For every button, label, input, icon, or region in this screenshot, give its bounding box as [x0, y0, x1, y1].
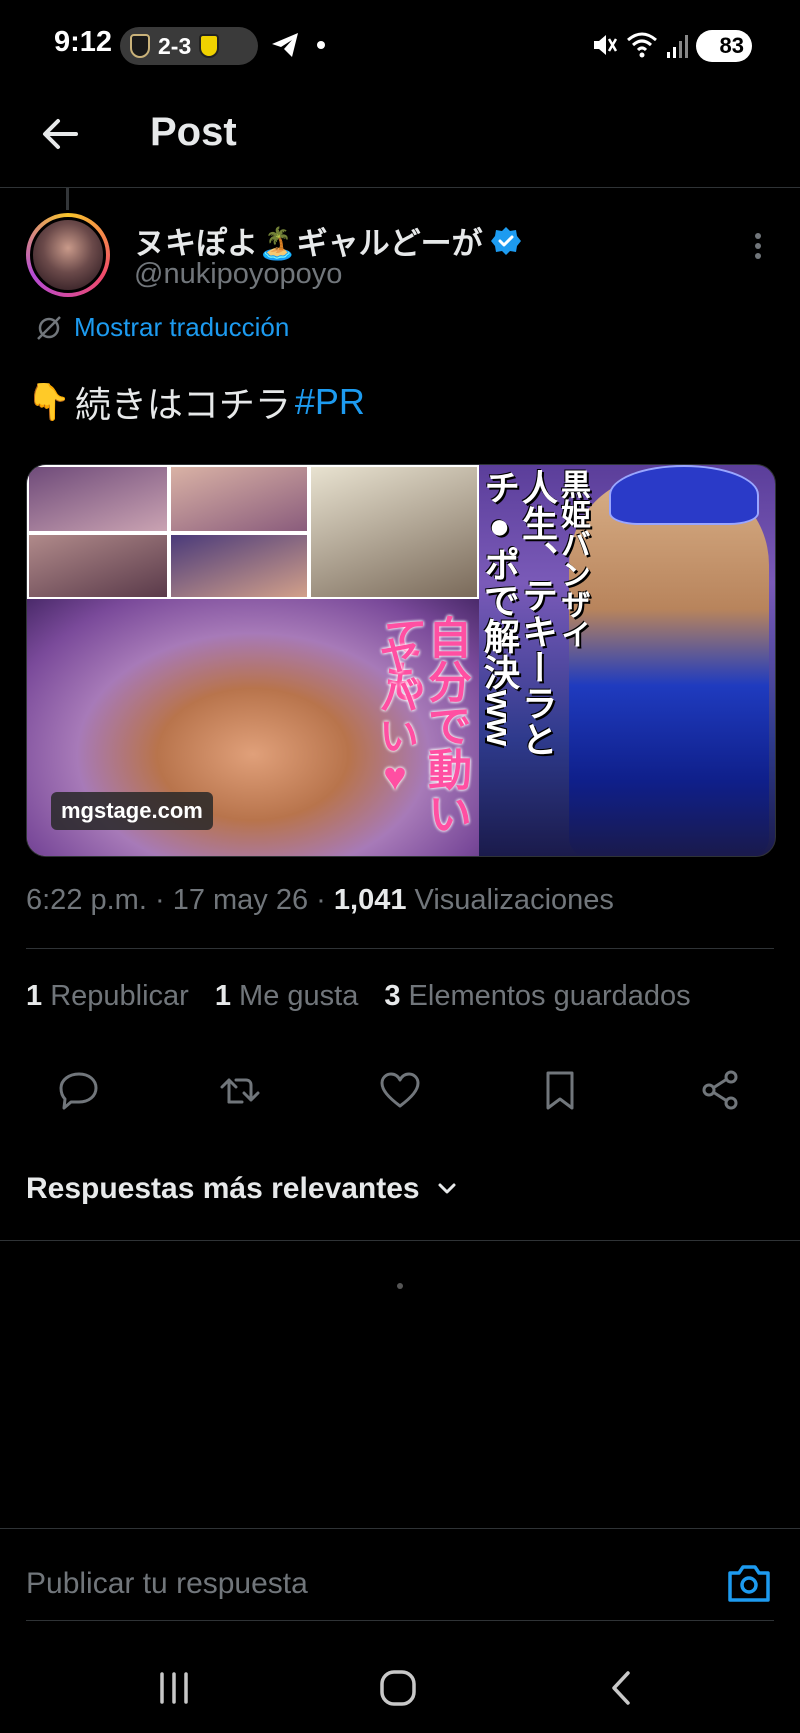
reply-input[interactable] [26, 1560, 706, 1608]
like-button[interactable] [376, 1066, 424, 1114]
author-handle[interactable]: @nukipoyopoyo [134, 258, 342, 291]
cover-cap [609, 465, 759, 525]
thread-connector-line [66, 188, 69, 210]
replies-sort-dropdown[interactable]: Respuestas más relevantes [26, 1172, 460, 1206]
divider [26, 948, 774, 949]
views-label[interactable]: Visualizaciones [415, 884, 614, 916]
recent-apps-icon [160, 1672, 188, 1704]
post-stats: 1 Republicar 1 Me gusta 3 Elementos guar… [26, 980, 691, 1013]
status-time: 9:12 [54, 26, 113, 58]
collage-thumbnail [169, 465, 309, 533]
likes-label: Me gusta [239, 980, 359, 1012]
wifi-icon [627, 32, 657, 58]
back-button[interactable] [600, 1666, 644, 1710]
repost-icon [220, 1078, 260, 1104]
views-count: 1,041 [333, 884, 407, 916]
home-icon [380, 1670, 416, 1706]
post-meta: 6:22 p.m. · 17 may 26 · 1,041 Visualizac… [26, 884, 614, 916]
post-media-image[interactable]: 自分で動いても ヤバい♥ 黒姫バンザイ 人生、テキーラと チ●ポで解決ww mg… [26, 464, 776, 857]
chevron-down-icon [438, 1183, 456, 1194]
collage-thumbnail [27, 533, 169, 599]
bookmarks-stat[interactable]: 3 Elementos guardados [384, 980, 690, 1013]
repost-button[interactable] [216, 1066, 264, 1114]
cover-title-2: 人生、テキーラと [517, 469, 558, 757]
divider [26, 1620, 774, 1621]
media-watermark: mgstage.com [51, 792, 213, 830]
reposts-count: 1 [26, 980, 43, 1012]
likes-count: 1 [214, 980, 231, 1012]
post-text: 👇 続きはコチラ #PR [26, 376, 365, 428]
bookmarks-label: Elementos guardados [408, 980, 691, 1012]
reply-icon [59, 1072, 98, 1110]
replies-sort-label: Respuestas más relevantes [26, 1172, 420, 1205]
hashtag-link[interactable]: #PR [295, 381, 365, 423]
divider [0, 1528, 800, 1529]
post-body: 続きはコチラ [74, 384, 291, 425]
translate-label: Mostrar traducción [74, 312, 290, 342]
battery-level: 83 [719, 33, 744, 58]
chevron-left-icon [612, 1671, 630, 1705]
pointing-down-emoji: 👇 [26, 381, 71, 422]
top-app-bar: Post [0, 92, 800, 188]
divider [0, 1240, 800, 1241]
show-translation-link[interactable]: Mostrar traducción [34, 312, 289, 343]
page-title: Post [150, 110, 237, 154]
post-date: 17 may 26 [172, 884, 309, 916]
likes-stat[interactable]: 1 Me gusta [215, 980, 359, 1013]
status-bar: 9:12 2-3 83 [0, 0, 800, 92]
telegram-icon [272, 33, 298, 57]
collage-thumbnail [27, 465, 169, 533]
bookmarks-count: 3 [384, 980, 401, 1012]
reply-button[interactable] [55, 1066, 103, 1114]
system-navigation-bar [0, 1640, 800, 1733]
cover-title-1: 黒姫バンザイ [556, 469, 589, 649]
reposts-stat[interactable]: 1 Republicar [26, 980, 189, 1013]
team-b-badge-icon [199, 34, 220, 58]
arrow-left-icon[interactable] [38, 112, 82, 156]
team-a-badge-icon [130, 34, 150, 58]
mute-icon [594, 35, 617, 55]
post-actions [0, 1066, 800, 1118]
verified-badge-icon [490, 226, 521, 255]
collage-thumbnail [169, 533, 309, 599]
avatar[interactable] [26, 213, 110, 297]
author-name-row[interactable]: ヌキぽよ🏝️ギャルどーが [134, 218, 521, 263]
heart-icon [380, 1072, 420, 1108]
live-score-chip[interactable]: 2-3 [120, 27, 258, 65]
collage-thumbnail [309, 465, 479, 599]
media-cover: 黒姫バンザイ 人生、テキーラと チ●ポで解決ww [479, 465, 775, 856]
bookmark-button[interactable] [536, 1066, 584, 1114]
share-button[interactable] [696, 1066, 744, 1114]
translate-icon [37, 315, 61, 340]
camera-icon[interactable] [726, 1562, 772, 1604]
bookmark-icon [546, 1071, 574, 1110]
battery-indicator: 83 [696, 30, 752, 62]
post-time: 6:22 p.m. [26, 884, 147, 916]
cover-title-3: チ●ポで解決ww [479, 469, 520, 747]
media-overlay-text-2: ヤバい♥ [373, 635, 417, 799]
signal-icon [667, 35, 688, 58]
avatar-image [30, 217, 106, 293]
loading-indicator [397, 1283, 403, 1289]
reposts-label: Republicar [50, 980, 189, 1012]
more-vertical-icon[interactable] [748, 228, 768, 268]
cover-figure [569, 475, 769, 856]
score-text: 2-3 [158, 32, 192, 59]
author-name: ヌキぽよ🏝️ギャルどーが [134, 226, 483, 261]
recent-apps-button[interactable] [152, 1666, 196, 1710]
home-button[interactable] [376, 1666, 420, 1710]
share-icon [702, 1070, 738, 1110]
notification-dot-icon [317, 41, 325, 49]
